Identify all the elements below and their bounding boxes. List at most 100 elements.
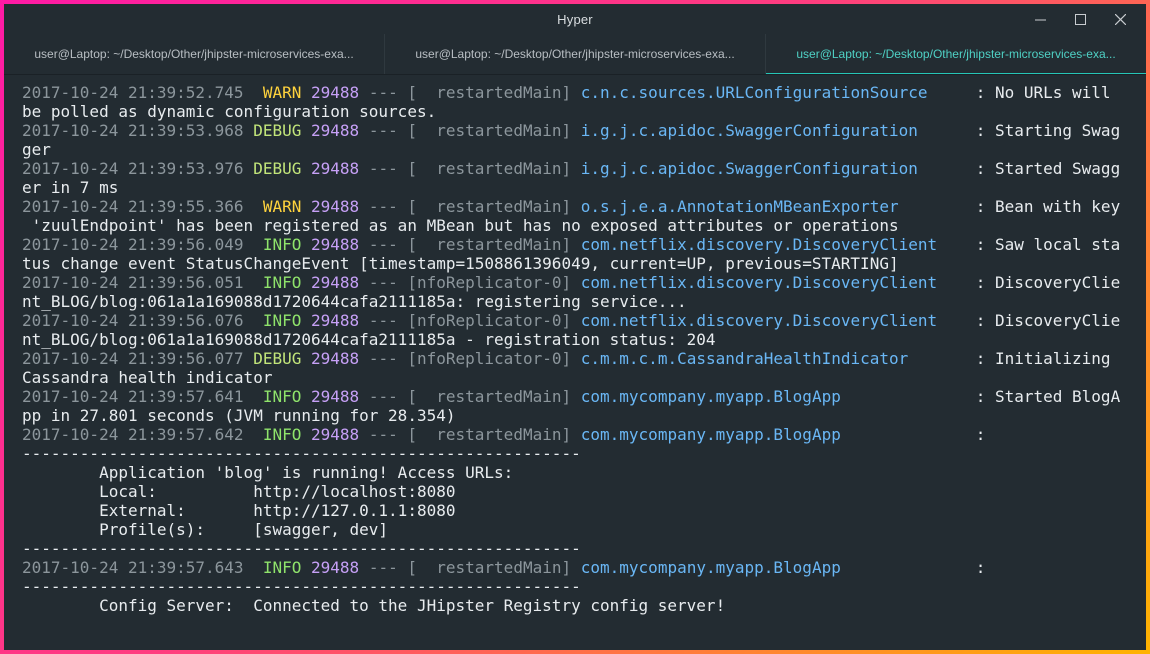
log-line: ger	[22, 140, 1146, 159]
terminal-output[interactable]: 2017-10-24 21:39:52.745 WARN 29488 --- […	[4, 75, 1146, 615]
log-logger: com.mycompany.myapp.BlogApp	[580, 558, 841, 577]
log-pid: 29488	[311, 197, 360, 216]
log-line: 2017-10-24 21:39:52.745 WARN 29488 --- […	[22, 83, 1146, 102]
log-message: :	[975, 558, 986, 577]
tab-bar: user@Laptop: ~/Desktop/Other/jhipster-mi…	[4, 34, 1146, 75]
tab-label: user@Laptop: ~/Desktop/Other/jhipster-mi…	[415, 47, 735, 61]
log-line: Cassandra health indicator	[22, 368, 1146, 387]
log-separator: --- [	[359, 558, 417, 577]
log-padding	[841, 425, 976, 444]
log-text: Config Server: Connected to the JHipster…	[22, 596, 726, 615]
log-text: nt_BLOG/blog:061a1a169088d1720644cafa211…	[22, 292, 687, 311]
log-line: 'zuulEndpoint' has been registered as an…	[22, 216, 1146, 235]
log-padding	[841, 558, 976, 577]
log-text: External: http://127.0.1.1:8080	[22, 501, 456, 520]
log-padding	[937, 235, 976, 254]
log-message: : Started Swagg	[975, 159, 1121, 178]
log-thread: restartedMain]	[416, 121, 572, 140]
tab-2[interactable]: user@Laptop: ~/Desktop/Other/jhipster-mi…	[384, 34, 765, 74]
log-line: External: http://127.0.1.1:8080	[22, 501, 1146, 520]
log-padding	[841, 387, 976, 406]
log-message: : Starting Swag	[975, 121, 1121, 140]
log-pid: 29488	[311, 159, 360, 178]
log-message: : DiscoveryClie	[975, 273, 1121, 292]
log-text: er in 7 ms	[22, 178, 119, 197]
log-padding	[918, 159, 976, 178]
log-padding	[937, 273, 976, 292]
log-thread: restartedMain]	[416, 425, 572, 444]
log-line: ----------------------------------------…	[22, 539, 1146, 558]
log-line: Application 'blog' is running! Access UR…	[22, 463, 1146, 482]
log-line: ----------------------------------------…	[22, 444, 1146, 463]
log-line: Local: http://localhost:8080	[22, 482, 1146, 501]
log-pid: 29488	[311, 121, 360, 140]
log-separator: --- [	[359, 159, 417, 178]
log-line: 2017-10-24 21:39:56.076 INFO 29488 --- […	[22, 311, 1146, 330]
log-timestamp: 2017-10-24 21:39:53.968	[22, 121, 244, 140]
log-separator: --- [	[359, 349, 417, 368]
log-timestamp: 2017-10-24 21:39:56.077	[22, 349, 244, 368]
log-line: be polled as dynamic configuration sourc…	[22, 102, 1146, 121]
log-timestamp: 2017-10-24 21:39:52.745	[22, 83, 244, 102]
log-line: 2017-10-24 21:39:55.366 WARN 29488 --- […	[22, 197, 1146, 216]
tab-1[interactable]: user@Laptop: ~/Desktop/Other/jhipster-mi…	[4, 34, 384, 74]
log-level: DEBUG	[253, 349, 302, 368]
log-level: WARN	[253, 83, 302, 102]
terminal-window: Hyper user@Laptop: ~/Desktop/Other/jhips…	[4, 4, 1146, 650]
log-text: Profile(s): [swagger, dev]	[22, 520, 389, 539]
log-line: 2017-10-24 21:39:53.968 DEBUG 29488 --- …	[22, 121, 1146, 140]
log-separator: --- [	[359, 311, 417, 330]
log-timestamp: 2017-10-24 21:39:53.976	[22, 159, 244, 178]
log-thread: nfoReplicator-0]	[416, 273, 572, 292]
log-logger: i.g.j.c.apidoc.SwaggerConfiguration	[580, 121, 918, 140]
close-button[interactable]	[1100, 4, 1140, 34]
log-text: ----------------------------------------…	[22, 577, 581, 596]
log-padding	[899, 197, 976, 216]
maximize-button[interactable]	[1060, 4, 1100, 34]
log-pid: 29488	[311, 311, 360, 330]
log-text: Application 'blog' is running! Access UR…	[22, 463, 514, 482]
log-thread: restartedMain]	[416, 387, 572, 406]
log-timestamp: 2017-10-24 21:39:57.643	[22, 558, 244, 577]
log-message: : DiscoveryClie	[975, 311, 1121, 330]
log-pid: 29488	[311, 235, 360, 254]
log-line: 2017-10-24 21:39:57.643 INFO 29488 --- […	[22, 558, 1146, 577]
log-level: INFO	[253, 387, 302, 406]
log-thread: nfoReplicator-0]	[416, 311, 572, 330]
title-bar[interactable]: Hyper	[4, 4, 1146, 34]
log-thread: restartedMain]	[416, 83, 572, 102]
log-thread: restartedMain]	[416, 235, 572, 254]
log-message: : Started BlogA	[975, 387, 1121, 406]
log-text: pp in 27.801 seconds (JVM running for 28…	[22, 406, 456, 425]
log-line: er in 7 ms	[22, 178, 1146, 197]
log-text: ----------------------------------------…	[22, 444, 581, 463]
log-separator: --- [	[359, 387, 417, 406]
log-level: WARN	[253, 197, 302, 216]
minimize-button[interactable]	[1020, 4, 1060, 34]
log-timestamp: 2017-10-24 21:39:57.642	[22, 425, 244, 444]
log-line: Config Server: Connected to the JHipster…	[22, 596, 1146, 615]
log-level: INFO	[253, 273, 302, 292]
log-line: 2017-10-24 21:39:57.641 INFO 29488 --- […	[22, 387, 1146, 406]
log-text: ----------------------------------------…	[22, 539, 581, 558]
log-text: ger	[22, 140, 51, 159]
log-level: INFO	[253, 425, 302, 444]
log-message: : Saw local sta	[975, 235, 1121, 254]
log-logger: com.netflix.discovery.DiscoveryClient	[580, 311, 938, 330]
log-level: DEBUG	[253, 159, 302, 178]
log-line: nt_BLOG/blog:061a1a169088d1720644cafa211…	[22, 330, 1146, 349]
log-timestamp: 2017-10-24 21:39:57.641	[22, 387, 244, 406]
log-text: be polled as dynamic configuration sourc…	[22, 102, 437, 121]
log-logger: com.netflix.discovery.DiscoveryClient	[580, 273, 938, 292]
window-controls	[1020, 4, 1140, 34]
log-text: tus change event StatusChangeEvent [time…	[22, 254, 899, 273]
log-thread: nfoReplicator-0]	[416, 349, 572, 368]
log-logger: i.g.j.c.apidoc.SwaggerConfiguration	[580, 159, 918, 178]
log-line: 2017-10-24 21:39:53.976 DEBUG 29488 --- …	[22, 159, 1146, 178]
log-thread: restartedMain]	[416, 558, 572, 577]
log-message: :	[975, 425, 986, 444]
log-line: Profile(s): [swagger, dev]	[22, 520, 1146, 539]
tab-3[interactable]: user@Laptop: ~/Desktop/Other/jhipster-mi…	[765, 34, 1146, 74]
log-timestamp: 2017-10-24 21:39:56.051	[22, 273, 244, 292]
log-text: Cassandra health indicator	[22, 368, 273, 387]
